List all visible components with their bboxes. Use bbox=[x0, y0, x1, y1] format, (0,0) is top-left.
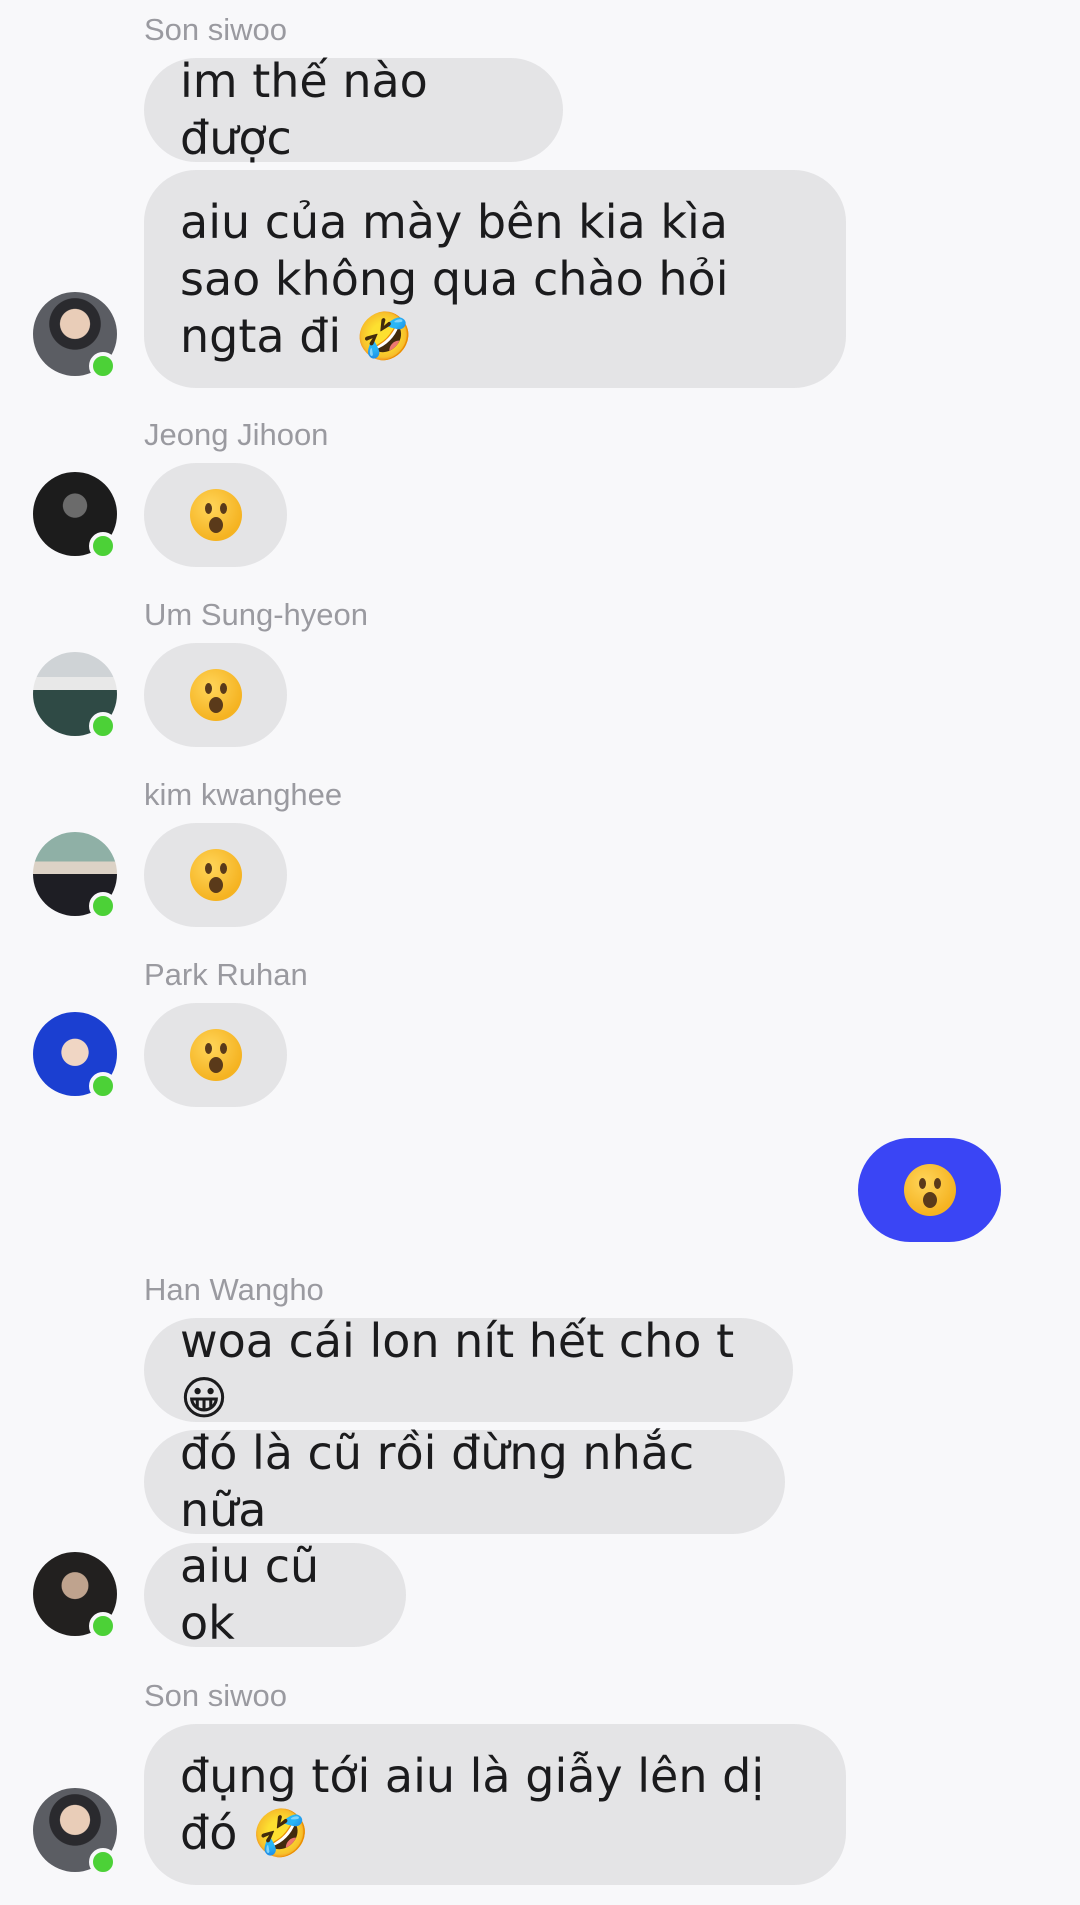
message-bubble[interactable] bbox=[144, 1003, 287, 1107]
sender-name: Jeong Jihoon bbox=[144, 417, 329, 452]
online-status-dot-icon bbox=[89, 1072, 117, 1100]
face-with-open-mouth-emoji-icon bbox=[189, 489, 242, 541]
face-with-open-mouth-emoji-icon bbox=[903, 1164, 956, 1216]
face-with-open-mouth-emoji-icon bbox=[189, 1029, 242, 1081]
face-with-open-mouth-emoji-icon bbox=[189, 669, 242, 721]
message-bubble[interactable]: đó là cũ rồi đừng nhắc nữa bbox=[144, 1426, 785, 1537]
message-bubble[interactable] bbox=[144, 463, 287, 567]
sender-name: Um Sung-hyeon bbox=[144, 597, 369, 632]
avatar[interactable] bbox=[33, 1788, 117, 1876]
chat-thread[interactable]: Son siwoo im thế nào được aiu của mày bê… bbox=[0, 0, 1080, 1905]
message-bubble[interactable]: aiu cũ ok bbox=[144, 1539, 406, 1650]
online-status-dot-icon bbox=[89, 1612, 117, 1640]
online-status-dot-icon bbox=[89, 712, 117, 740]
online-status-dot-icon bbox=[89, 532, 117, 560]
message-bubble[interactable]: đụng tới aiu là giẫy lên dị đó 🤣 bbox=[144, 1724, 846, 1885]
sender-name: Park Ruhan bbox=[144, 957, 308, 992]
sender-name: Son siwoo bbox=[144, 1678, 288, 1713]
avatar[interactable] bbox=[33, 832, 117, 920]
message-bubble[interactable]: im thế nào được bbox=[144, 54, 563, 165]
sender-name: Han Wangho bbox=[144, 1272, 324, 1307]
avatar[interactable] bbox=[33, 1552, 117, 1640]
sender-name: kim kwanghee bbox=[144, 777, 343, 812]
online-status-dot-icon bbox=[89, 352, 117, 380]
my-message-bubble[interactable] bbox=[858, 1138, 1001, 1242]
message-bubble[interactable]: aiu của mày bên kia kìa sao không qua ch… bbox=[144, 170, 846, 388]
sender-name: Son siwoo bbox=[144, 12, 288, 47]
message-bubble[interactable] bbox=[144, 643, 287, 747]
online-status-dot-icon bbox=[89, 892, 117, 920]
avatar[interactable] bbox=[33, 1012, 117, 1100]
avatar[interactable] bbox=[33, 292, 117, 380]
face-with-open-mouth-emoji-icon bbox=[189, 849, 242, 901]
online-status-dot-icon bbox=[89, 1848, 117, 1876]
message-bubble[interactable]: woa cái lon nít hết cho t 😀 bbox=[144, 1314, 793, 1425]
avatar[interactable] bbox=[33, 652, 117, 740]
avatar[interactable] bbox=[33, 472, 117, 560]
message-bubble[interactable] bbox=[144, 823, 287, 927]
